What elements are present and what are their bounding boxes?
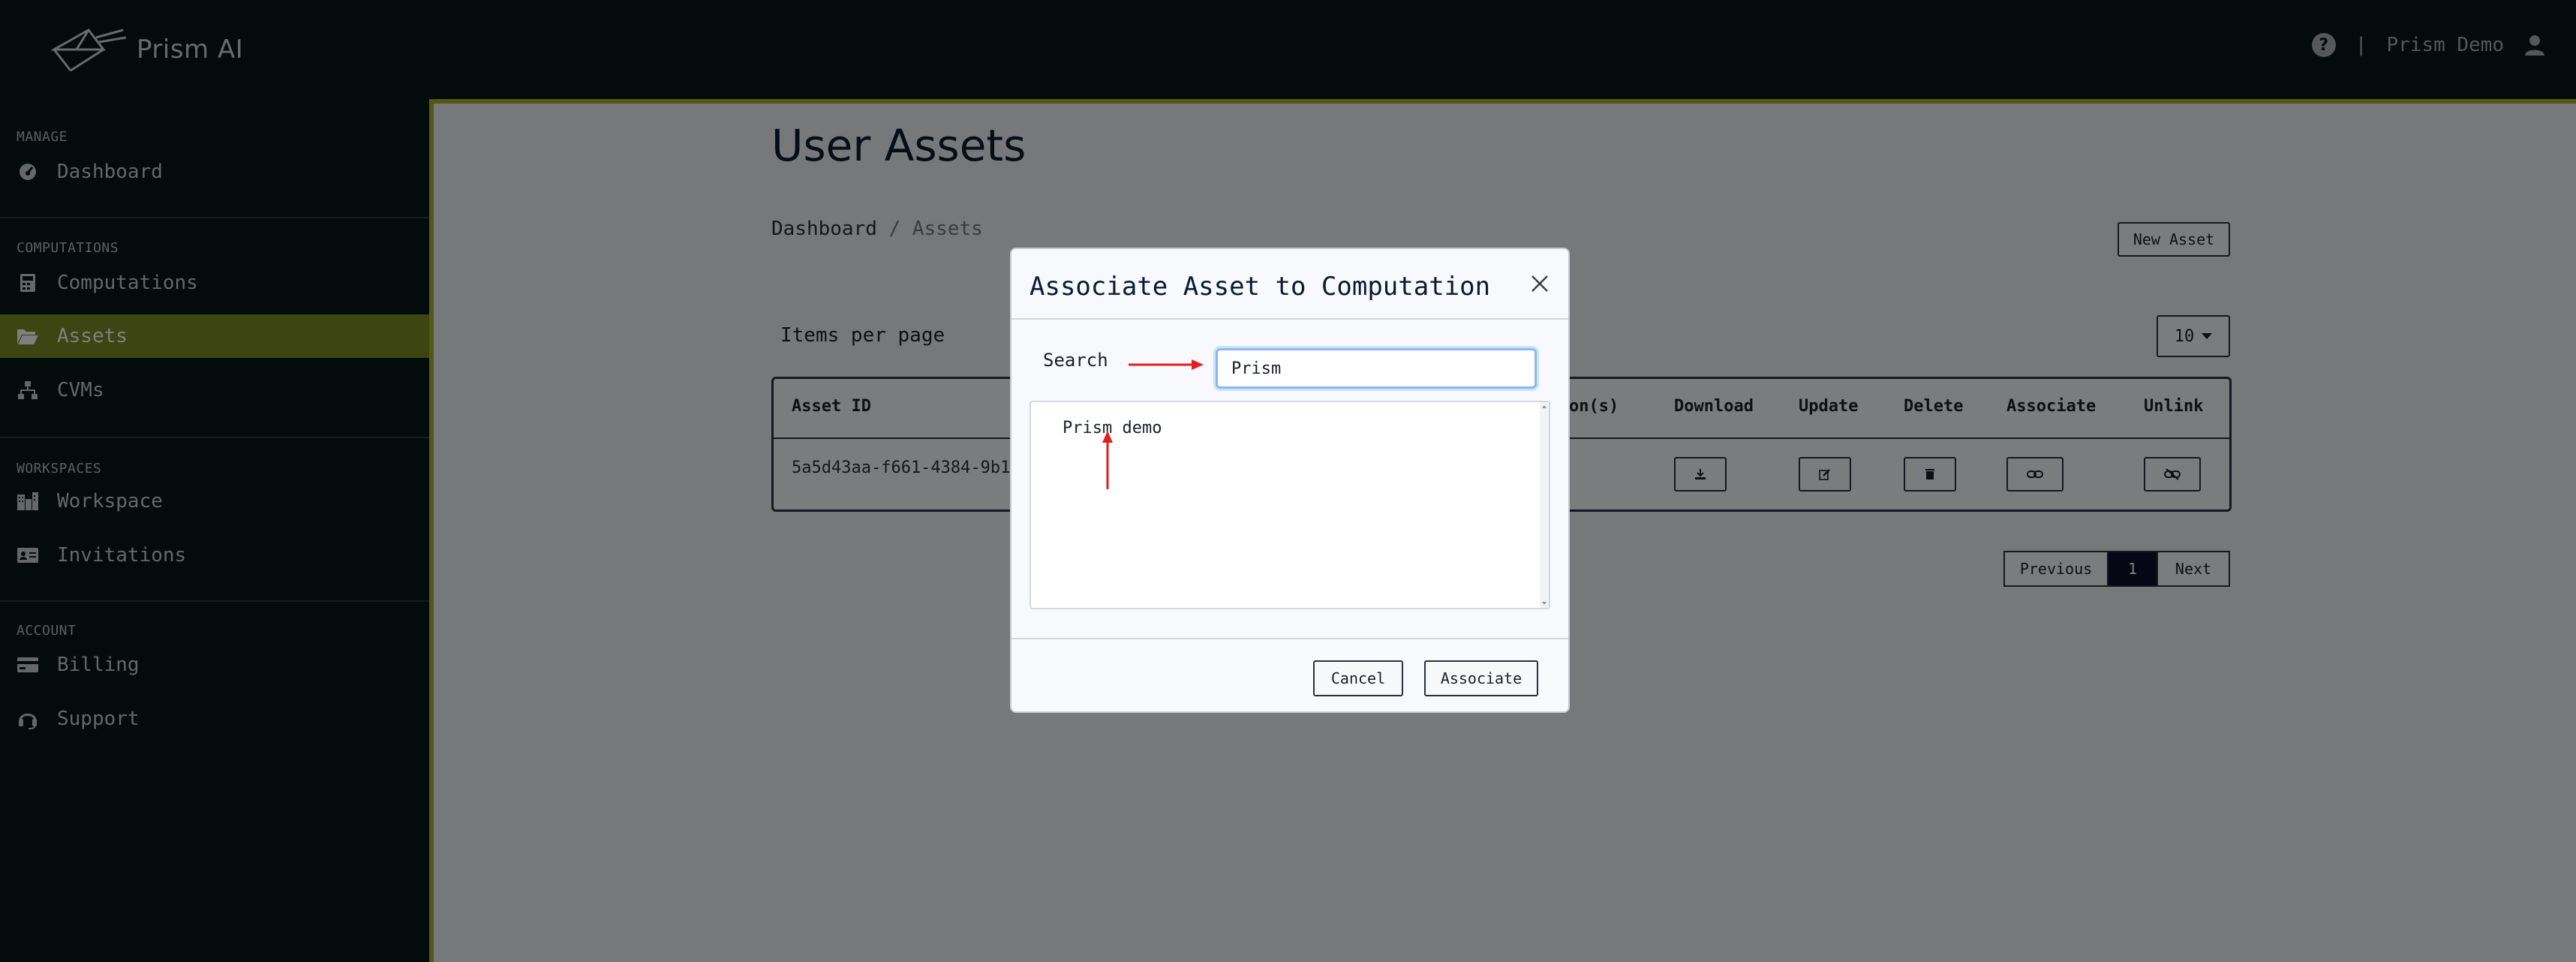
modal-title: Associate Asset to Computation bbox=[1029, 272, 1491, 302]
search-input[interactable] bbox=[1216, 348, 1537, 389]
list-item[interactable]: Prism demo bbox=[1063, 419, 1162, 437]
associate-submit-button[interactable]: Associate bbox=[1424, 660, 1538, 696]
search-label: Search bbox=[1043, 350, 1108, 371]
associate-asset-modal: Associate Asset to Computation Search Pr… bbox=[1010, 248, 1570, 713]
cancel-button[interactable]: Cancel bbox=[1313, 660, 1403, 696]
close-icon[interactable] bbox=[1528, 272, 1552, 296]
scroll-down-icon[interactable] bbox=[1542, 602, 1547, 605]
modal-footer-divider bbox=[1011, 638, 1568, 639]
modal-header-divider bbox=[1011, 318, 1568, 320]
computation-results-list: Prism demo bbox=[1029, 401, 1550, 609]
scroll-up-icon[interactable] bbox=[1542, 405, 1547, 408]
results-scrollbar[interactable] bbox=[1540, 402, 1549, 608]
